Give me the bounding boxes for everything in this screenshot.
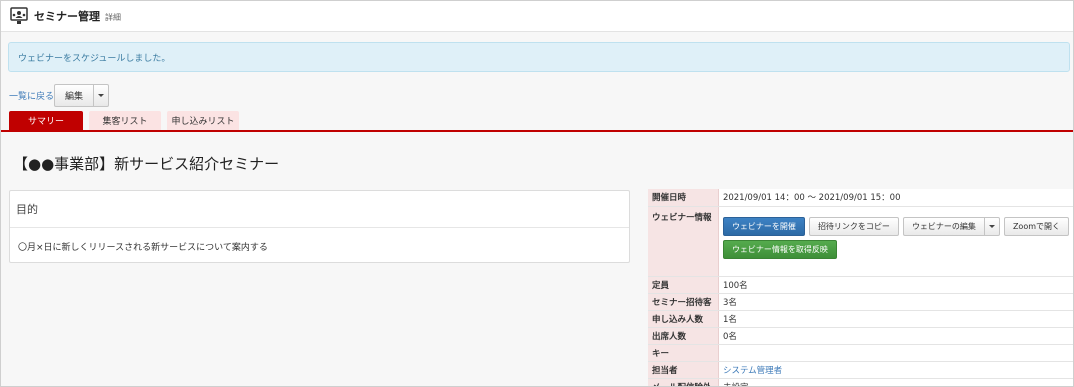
detail-value: 3名 (718, 293, 1073, 311)
detail-row-invitees: セミナー招待客 3名 (648, 293, 1073, 311)
edit-button-group: 編集 (54, 84, 110, 107)
detail-label: キー (648, 344, 719, 362)
owner-link[interactable]: システム管理者 (723, 366, 782, 376)
detail-row-webinar: ウェビナー情報 ウェビナーを開催 招待リンクをコピー ウェビナーの編集 Zoom… (648, 206, 1073, 277)
tab-bar: サマリー 集客リスト 申し込みリスト (9, 111, 239, 130)
webinar-icon (10, 7, 28, 24)
open-in-zoom-button[interactable]: Zoomで開く (1003, 216, 1069, 236)
purpose-panel: 目的 〇月×日に新しくリリースされる新サービスについて案内する (9, 190, 630, 263)
tab-summary[interactable]: サマリー (9, 111, 83, 130)
detail-row-owner: 担当者 システム管理者 (648, 361, 1073, 379)
detail-row-datetime: 開催日時 2021/09/01 14：00 ～ 2021/09/01 15：00 (648, 189, 1073, 207)
detail-label: メール配信除外 (648, 378, 719, 386)
detail-value: 未設定 (718, 378, 1073, 386)
tab-attract-list[interactable]: 集客リスト (89, 111, 161, 130)
app-frame: セミナー管理 詳細 ウェビナーをスケジュールしました。 一覧に戻る 編集 サマリ… (0, 0, 1074, 387)
chevron-down-icon (98, 94, 105, 97)
copy-invite-link-button[interactable]: 招待リンクをコピー (808, 216, 899, 236)
edit-button[interactable]: 編集 (54, 84, 95, 107)
detail-row-applicants: 申し込み人数 1名 (648, 310, 1073, 328)
app-subtitle: 詳細 (105, 12, 121, 22)
webinar-button-row: ウェビナーを開催 招待リンクをコピー ウェビナーの編集 Zoomで開く (722, 216, 1069, 236)
start-webinar-button[interactable]: ウェビナーを開催 (722, 216, 805, 236)
webinar-actions: ウェビナーを開催 招待リンクをコピー ウェビナーの編集 Zoomで開く ウェビナ… (718, 206, 1073, 277)
tab-underline (1, 130, 1073, 132)
app-header: セミナー管理 詳細 (1, 1, 1073, 32)
detail-row-attendees: 出席人数 0名 (648, 327, 1073, 345)
edit-webinar-dropdown-toggle[interactable] (984, 216, 1000, 236)
chevron-down-icon (988, 224, 995, 228)
app-title: セミナー管理 (34, 10, 100, 23)
detail-label: 出席人数 (648, 327, 719, 345)
detail-table: 開催日時 2021/09/01 14：00 ～ 2021/09/01 15：00… (648, 189, 1073, 386)
detail-label: 開催日時 (648, 189, 719, 207)
detail-label: 担当者 (648, 361, 719, 379)
page-title: 【●●事業部】新サービス紹介セミナー (13, 155, 280, 173)
detail-label: 申し込み人数 (648, 310, 719, 328)
edit-dropdown-toggle[interactable] (94, 84, 110, 107)
edit-webinar-button[interactable]: ウェビナーの編集 (902, 216, 985, 236)
detail-row-mail-exclusion: メール配信除外 未設定 (648, 378, 1073, 386)
sync-webinar-info-button[interactable]: ウェビナー情報を取得反映 (722, 239, 837, 259)
detail-row-key: キー (648, 344, 1073, 362)
alert-message: ウェビナーをスケジュールしました。 (18, 53, 171, 64)
detail-value (718, 344, 1073, 362)
detail-value: 2021/09/01 14：00 ～ 2021/09/01 15：00 (718, 189, 1073, 207)
detail-label: セミナー招待客 (648, 293, 719, 311)
detail-value: システム管理者 (718, 361, 1073, 379)
purpose-heading: 目的 (10, 191, 629, 228)
info-alert: ウェビナーをスケジュールしました。 (8, 42, 1070, 72)
detail-label: 定員 (648, 276, 719, 294)
detail-row-capacity: 定員 100名 (648, 276, 1073, 294)
detail-label: ウェビナー情報 (648, 206, 719, 277)
tab-application-list[interactable]: 申し込みリスト (167, 111, 239, 130)
detail-value: 0名 (718, 327, 1073, 345)
detail-value: 100名 (718, 276, 1073, 294)
purpose-text: 〇月×日に新しくリリースされる新サービスについて案内する (18, 243, 268, 253)
detail-value: 1名 (718, 310, 1073, 328)
back-to-list-link[interactable]: 一覧に戻る (9, 89, 54, 102)
